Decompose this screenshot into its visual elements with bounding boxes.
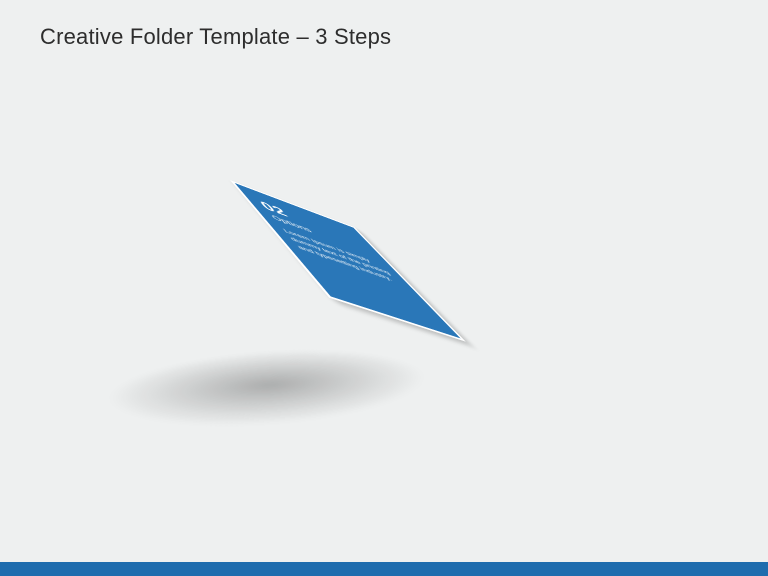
folder-shadow xyxy=(104,340,451,440)
folder-graphic: 01 Options Lorem Ipsum is simply dummy t… xyxy=(80,150,460,490)
page-body: Lorem Ipsum is simply dummy text of the … xyxy=(159,237,270,363)
folder-page-right: 02 Options Lorem Ipsum is simply dummy t… xyxy=(230,180,466,342)
page-heading: Options xyxy=(150,222,245,327)
page-number: 01 xyxy=(139,206,237,317)
slide-title: Creative Folder Template – 3 Steps xyxy=(40,24,391,50)
footer-bar xyxy=(0,562,768,576)
